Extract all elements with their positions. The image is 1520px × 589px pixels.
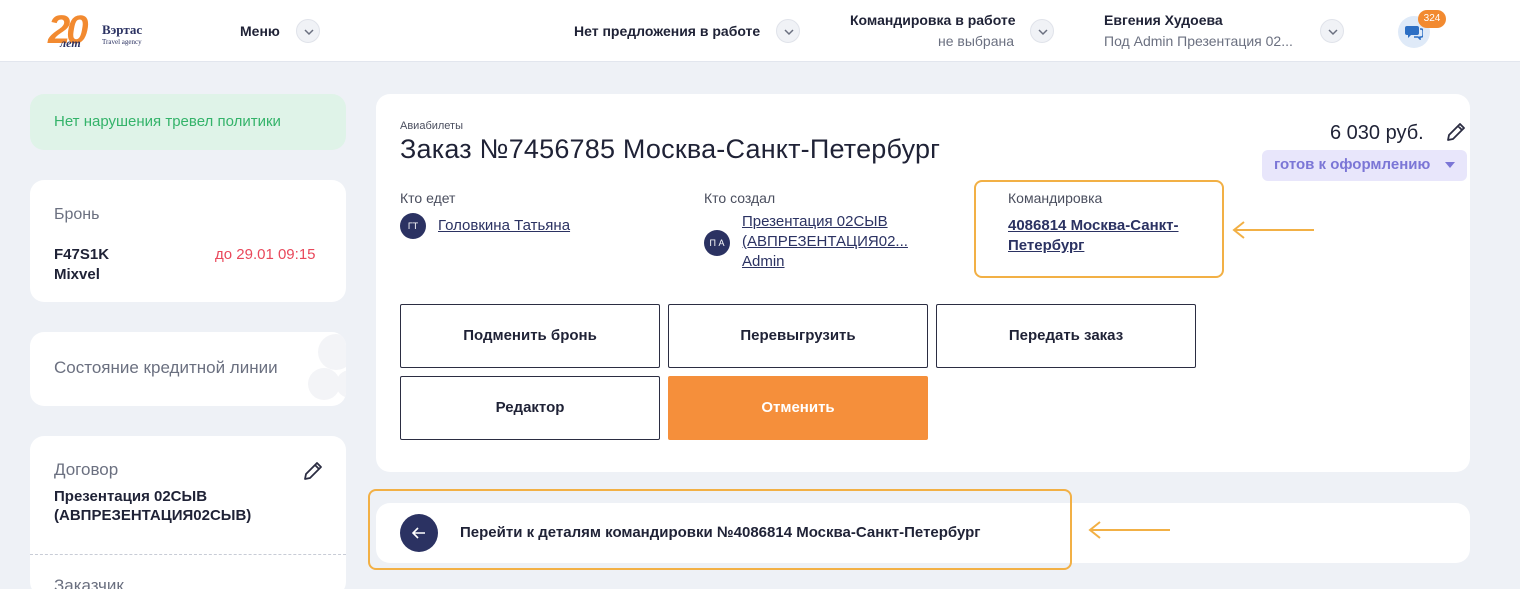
trip-selector-value: не выбрана (938, 33, 1015, 49)
contract-label: Договор (54, 460, 119, 479)
arrow-left-icon[interactable] (400, 514, 438, 552)
goto-trip-label[interactable]: Перейти к деталям командировки №4086814 … (460, 524, 981, 541)
user-subtitle: Под Admin Презентация 02... (1104, 33, 1293, 49)
creator-link-line1[interactable]: Презентация 02СЫВ (742, 212, 888, 232)
offer-selector-label[interactable]: Нет предложения в работе (574, 23, 760, 39)
divider (30, 554, 346, 555)
creator-link-line2[interactable]: (АВПРЕЗЕНТАЦИЯ02... (742, 232, 908, 252)
credit-line-card[interactable]: Состояние кредитной линии (30, 332, 346, 406)
order-category: Авиабилеты (400, 120, 464, 132)
credit-line-label: Состояние кредитной линии (54, 358, 278, 377)
editor-button[interactable]: Редактор (400, 376, 660, 440)
menu-chevron-down-icon[interactable] (296, 19, 320, 43)
price-pencil-icon[interactable] (1445, 121, 1467, 143)
logo-subtitle: Travel agency (102, 38, 142, 46)
order-status-label: готов к оформлению (1274, 156, 1431, 173)
order-status-dropdown[interactable]: готов к оформлению (1262, 150, 1467, 181)
trip-selector-label[interactable]: Командировка в работе (850, 12, 1016, 28)
company-logo[interactable]: 20 лет Вэртас Travel agency (48, 8, 158, 54)
offer-chevron-down-icon[interactable] (776, 19, 800, 43)
contract-name: Презентация 02СЫВ (54, 488, 208, 505)
booking-label: Бронь (54, 206, 100, 223)
caret-down-icon (1445, 162, 1455, 168)
policy-text: Нет нарушения тревел политики (54, 113, 281, 130)
trip-label: Командировка (1008, 190, 1103, 206)
trip-chevron-down-icon[interactable] (1030, 19, 1054, 43)
pencil-icon[interactable] (302, 460, 324, 482)
logo-script: лет (60, 36, 81, 50)
traveler-name-link[interactable]: Головкина Татьяна (438, 216, 570, 236)
arrow-pointer-icon (1088, 521, 1170, 539)
traveler-avatar: ГТ (400, 213, 426, 239)
arrow-pointer-icon (1232, 221, 1314, 239)
replace-booking-button[interactable]: Подменить бронь (400, 304, 660, 368)
chat-count-badge: 324 (1418, 10, 1446, 28)
booking-code: F47S1K (54, 246, 110, 263)
creator-avatar: П А (704, 230, 730, 256)
top-header: 20 лет Вэртас Travel agency Меню Нет пре… (0, 0, 1520, 62)
customer-label: Заказчик (54, 576, 124, 589)
decorative-flower-icon (308, 334, 346, 400)
order-title: Заказ №7456785 Москва-Санкт-Петербург (400, 134, 941, 164)
trip-link-line1[interactable]: 4086814 Москва-Санкт- (1008, 216, 1179, 236)
booking-card: Бронь F47S1K Mixvel до 29.01 09:15 (30, 180, 346, 302)
creator-label: Кто создал (704, 190, 776, 206)
booking-deadline: до 29.01 09:15 (215, 246, 316, 263)
order-price: 6 030 руб. (1330, 122, 1424, 144)
travel-policy-status: Нет нарушения тревел политики (30, 94, 346, 150)
trip-link-line2[interactable]: Петербург (1008, 236, 1084, 256)
booking-system: Mixvel (54, 266, 100, 283)
creator-link-line3[interactable]: Admin (742, 252, 785, 272)
contract-code: (АВПРЕЗЕНТАЦИЯ02СЫВ) (54, 507, 252, 524)
user-chevron-down-icon[interactable] (1320, 19, 1344, 43)
logo-brand: Вэртас (102, 22, 143, 37)
cancel-order-button[interactable]: Отменить (668, 376, 928, 440)
traveler-label: Кто едет (400, 190, 456, 206)
transfer-order-button[interactable]: Передать заказ (936, 304, 1196, 368)
user-name[interactable]: Евгения Худоева (1104, 12, 1223, 28)
contract-card: Договор Презентация 02СЫВ (АВПРЕЗЕНТАЦИЯ… (30, 436, 346, 589)
reupload-button[interactable]: Перевыгрузить (668, 304, 928, 368)
menu-label[interactable]: Меню (240, 23, 280, 39)
